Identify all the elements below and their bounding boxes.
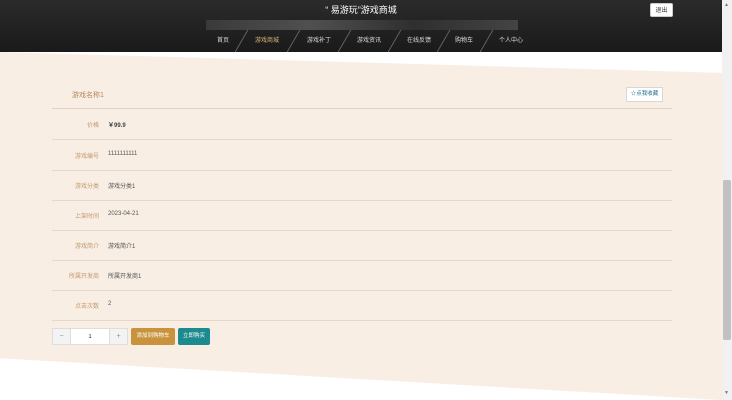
info-value: 所属开发商1 (108, 274, 142, 280)
quantity-input[interactable] (71, 329, 109, 344)
info-row-price: 价格 ￥99.9 (52, 109, 672, 140)
buy-now-button[interactable]: 立即购买 (178, 328, 210, 345)
info-row-category: 游戏分类 游戏分类1 (52, 170, 672, 201)
info-row-developer: 所属开发商 所属开发商1 (52, 260, 672, 291)
nav-item-game-store[interactable]: 游戏商城 (249, 30, 285, 52)
game-name-row: 游戏名称1 ☆点我收藏 (52, 80, 672, 109)
nav-separator (337, 30, 352, 52)
price-value: ￥99.9 (108, 123, 126, 129)
nav-item-cart[interactable]: 购物车 (449, 30, 479, 52)
info-label: 游戏编号 (74, 154, 99, 160)
info-row-game-id: 游戏编号 1111111111 (52, 140, 672, 171)
nav-separator (479, 30, 494, 52)
increase-quantity-button[interactable]: + (109, 329, 127, 344)
game-name: 游戏名称1 (72, 92, 104, 99)
info-row-description: 游戏简介 游戏简介1 (52, 230, 672, 261)
scroll-down-arrow-icon[interactable]: ▼ (724, 390, 729, 396)
nav-separator (387, 30, 402, 52)
nav-separator (234, 30, 249, 52)
banner-image-strip (206, 20, 518, 30)
add-to-cart-button[interactable]: 添加到购物车 (131, 328, 175, 345)
info-label: 点击次数 (74, 304, 99, 310)
info-row-release-date: 上架时间 2023-04-21 (52, 200, 672, 231)
info-label: 所属开发商 (68, 274, 99, 280)
info-label: 游戏分类 (74, 184, 99, 190)
nav-item-profile[interactable]: 个人中心 (493, 30, 529, 52)
quantity-stepper: − + (52, 328, 128, 345)
info-row-click-count: 点击次数 2 (52, 290, 672, 321)
info-value: 2023-04-21 (108, 211, 139, 217)
favorite-button[interactable]: ☆点我收藏 (626, 87, 663, 102)
header-bar: “ 易游玩”游戏商城 退出 首页 游戏商城 游戏补丁 游戏资讯 在线反馈 购物车… (0, 0, 722, 52)
page-scrollbar[interactable]: ▲ ▼ (722, 0, 732, 400)
info-label: 游戏简介 (74, 244, 99, 250)
info-value: 2 (108, 301, 112, 307)
decrease-quantity-button[interactable]: − (53, 329, 71, 344)
scroll-up-arrow-icon[interactable]: ▲ (724, 2, 729, 8)
nav-separator (286, 30, 301, 52)
scroll-thumb[interactable] (723, 180, 731, 340)
info-value: 游戏简介1 (108, 244, 136, 250)
info-value: 游戏分类1 (108, 184, 136, 190)
nav-item-game-news[interactable]: 游戏资讯 (351, 30, 387, 52)
site-title: “ 易游玩”游戏商城 (325, 5, 397, 15)
nav-item-home[interactable]: 首页 (211, 30, 235, 52)
info-label: 上架时间 (74, 214, 99, 220)
nav-item-feedback[interactable]: 在线反馈 (401, 30, 437, 52)
nav-item-game-patch[interactable]: 游戏补丁 (301, 30, 337, 52)
logout-button[interactable]: 退出 (650, 3, 673, 17)
info-value: 1111111111 (108, 151, 138, 157)
info-label: 价格 (86, 123, 99, 129)
